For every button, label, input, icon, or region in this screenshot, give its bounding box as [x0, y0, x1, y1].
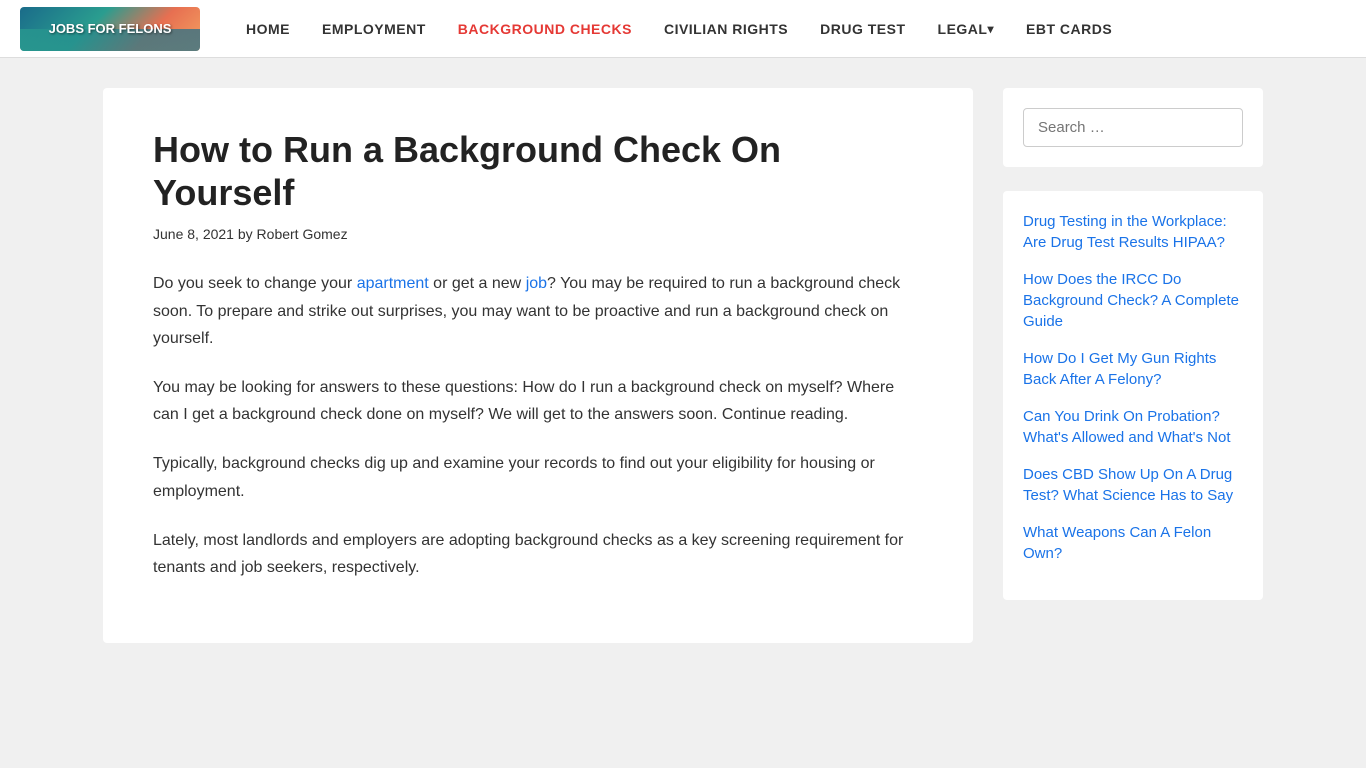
nav-links: HOMEEMPLOYMENTBACKGROUND CHECKSCIVILIAN …: [230, 0, 1128, 58]
article-date: June 8, 2021: [153, 226, 234, 242]
article-author: Robert Gomez: [257, 226, 348, 242]
sidebar-link-item: Does CBD Show Up On A Drug Test? What Sc…: [1023, 464, 1243, 506]
site-logo[interactable]: JOBS FOR FELONS: [20, 7, 200, 51]
article-paragraph: Do you seek to change your apartment or …: [153, 270, 923, 352]
nav-item: BACKGROUND CHECKS: [442, 0, 648, 58]
nav-link[interactable]: BACKGROUND CHECKS: [442, 0, 648, 58]
sidebar: Drug Testing in the Workplace: Are Drug …: [1003, 88, 1263, 643]
article-paragraph: Lately, most landlords and employers are…: [153, 527, 923, 581]
page-wrapper: How to Run a Background Check On Yoursel…: [83, 58, 1283, 673]
article-body: Do you seek to change your apartment or …: [153, 270, 923, 581]
sidebar-link-item: Can You Drink On Probation? What's Allow…: [1023, 406, 1243, 448]
sidebar-link[interactable]: What Weapons Can A Felon Own?: [1023, 522, 1243, 564]
nav-item: DRUG TEST: [804, 0, 921, 58]
sidebar-link[interactable]: How Does the IRCC Do Background Check? A…: [1023, 269, 1243, 332]
article-paragraph: Typically, background checks dig up and …: [153, 450, 923, 504]
nav-item: CIVILIAN RIGHTS: [648, 0, 804, 58]
nav-link[interactable]: LEGAL: [922, 0, 1010, 58]
nav-item: HOME: [230, 0, 306, 58]
article-link[interactable]: job: [526, 275, 547, 292]
nav-item: EMPLOYMENT: [306, 0, 442, 58]
nav-link[interactable]: EBT CARDS: [1010, 0, 1128, 58]
sidebar-link[interactable]: Drug Testing in the Workplace: Are Drug …: [1023, 211, 1243, 253]
main-nav: JOBS FOR FELONS HOMEEMPLOYMENTBACKGROUND…: [0, 0, 1366, 58]
nav-link[interactable]: CIVILIAN RIGHTS: [648, 0, 804, 58]
search-input[interactable]: [1023, 108, 1243, 147]
sidebar-links-container: Drug Testing in the Workplace: Are Drug …: [1003, 191, 1263, 600]
sidebar-link-item: How Does the IRCC Do Background Check? A…: [1023, 269, 1243, 332]
article-paragraph: You may be looking for answers to these …: [153, 374, 923, 428]
main-content: How to Run a Background Check On Yoursel…: [103, 88, 973, 643]
sidebar-link-list: Drug Testing in the Workplace: Are Drug …: [1023, 211, 1243, 564]
logo-text: JOBS FOR FELONS: [49, 21, 172, 37]
sidebar-link-item: How Do I Get My Gun Rights Back After A …: [1023, 348, 1243, 390]
nav-link[interactable]: DRUG TEST: [804, 0, 921, 58]
article-by: by: [238, 226, 257, 242]
sidebar-link[interactable]: Can You Drink On Probation? What's Allow…: [1023, 406, 1243, 448]
sidebar-link-item: What Weapons Can A Felon Own?: [1023, 522, 1243, 564]
article-link[interactable]: apartment: [357, 275, 429, 292]
nav-link[interactable]: EMPLOYMENT: [306, 0, 442, 58]
nav-item: EBT CARDS: [1010, 0, 1128, 58]
sidebar-link[interactable]: How Do I Get My Gun Rights Back After A …: [1023, 348, 1243, 390]
nav-link[interactable]: HOME: [230, 0, 306, 58]
article-meta: June 8, 2021 by Robert Gomez: [153, 226, 923, 242]
sidebar-link[interactable]: Does CBD Show Up On A Drug Test? What Sc…: [1023, 464, 1243, 506]
sidebar-link-item: Drug Testing in the Workplace: Are Drug …: [1023, 211, 1243, 253]
article-title: How to Run a Background Check On Yoursel…: [153, 128, 923, 214]
sidebar-search-box: [1003, 88, 1263, 167]
nav-item: LEGAL: [922, 0, 1010, 58]
